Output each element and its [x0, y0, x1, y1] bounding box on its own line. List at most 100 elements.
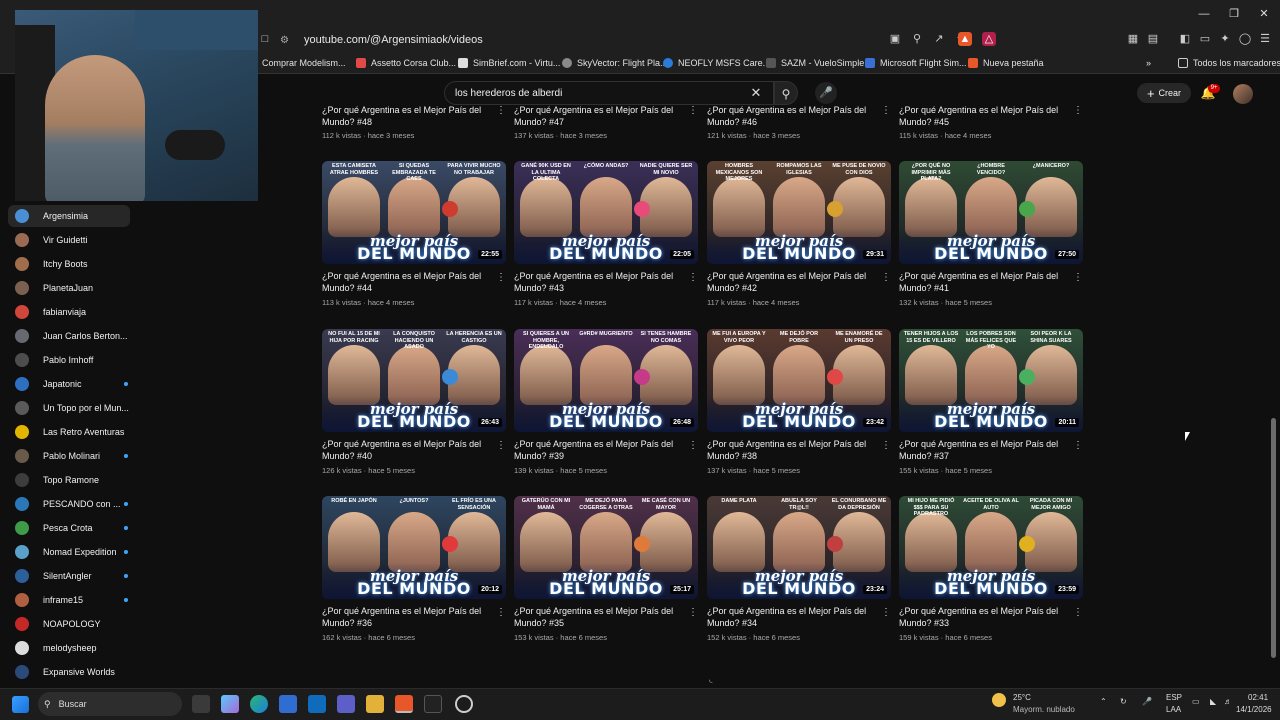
search-input[interactable]: los herederos de alberdi: [444, 81, 774, 105]
video-thumbnail[interactable]: DAME PLATA ABUELA SOY TR@L!! EL CONURBANO …: [707, 496, 891, 599]
video-title[interactable]: ¿Por qué Argentina es el Mejor País del …: [899, 104, 1069, 128]
wallet-icon[interactable]: ▭: [1198, 32, 1212, 46]
sidebar-channel-item[interactable]: Japatonic: [8, 373, 130, 395]
sidebar-channel-item[interactable]: Topo Ramone: [8, 469, 130, 491]
edge-icon[interactable]: [250, 695, 268, 713]
video-thumbnail[interactable]: TENER HIJOS A LOS 15 ES DE VILLERO LOS PO…: [899, 329, 1083, 432]
sidebar-channel-item[interactable]: Pesca Crota: [8, 517, 130, 539]
video-options-icon[interactable]: ⋮: [1073, 271, 1083, 285]
video-options-icon[interactable]: ⋮: [688, 606, 698, 620]
bookmark-item[interactable]: Nueva pestaña: [968, 56, 1044, 70]
maximize-icon[interactable]: ❐: [1226, 6, 1242, 22]
sidebar-channel-item[interactable]: Vir Guidetti: [8, 229, 130, 251]
video-options-icon[interactable]: ⋮: [496, 606, 506, 620]
video-title[interactable]: ¿Por qué Argentina es el Mejor País del …: [707, 438, 877, 462]
brave-taskbar-icon[interactable]: [395, 695, 413, 713]
language-indicator[interactable]: ESP: [1166, 693, 1182, 702]
sidebar-channel-item[interactable]: Argensimia: [8, 205, 130, 227]
video-thumbnail[interactable]: ME FUI A EUROPA Y VIVO PEOR ME DEJÓ POR P…: [707, 329, 891, 432]
video-thumbnail[interactable]: ROBÉ EN JAPÓN ¿JUNTOS? EL FRÍO ES UNA SENS…: [322, 496, 506, 599]
bookmark-item[interactable]: SAZM - VueloSimple: [766, 56, 864, 70]
video-thumbnail[interactable]: SI QUIERES A UN HOMBRE, ENDEUDALO G#RD# M…: [514, 329, 698, 432]
brave-shield-icon[interactable]: ▲: [958, 32, 972, 46]
video-title[interactable]: ¿Por qué Argentina es el Mejor País del …: [322, 438, 492, 462]
weather-temp[interactable]: 25°C: [1013, 693, 1031, 702]
teams-icon[interactable]: [337, 695, 355, 713]
sidebar-channel-item[interactable]: SilentAngler: [8, 565, 130, 587]
create-button[interactable]: + Crear: [1137, 83, 1191, 103]
video-title[interactable]: ¿Por qué Argentina es el Mejor País del …: [514, 605, 684, 629]
video-thumbnail[interactable]: ¿POR QUÉ NO IMPRIMIR MÁS PLATA? ¿HOMBRE V…: [899, 161, 1083, 264]
weather-desc[interactable]: Mayorm. nublado: [1013, 705, 1075, 714]
leo-ai-icon[interactable]: ✦: [1218, 32, 1232, 46]
rewards-icon[interactable]: △: [982, 32, 996, 46]
vpn-icon[interactable]: ◯: [1238, 32, 1252, 46]
sidebar-channel-item[interactable]: Un Topo por el Mun...: [8, 397, 130, 419]
bookmark-icon[interactable]: □: [258, 32, 272, 46]
video-thumbnail[interactable]: NO FUI AL 15 DE MI HIJA POR RACING LA CON…: [322, 329, 506, 432]
video-title[interactable]: ¿Por qué Argentina es el Mejor País del …: [322, 104, 492, 128]
video-thumbnail[interactable]: GATERÚO CON MI MAMÁ ME DEJÓ PARA COGERSE …: [514, 496, 698, 599]
site-info-icon[interactable]: ⚙: [280, 35, 294, 46]
extensions-icon[interactable]: ▦: [1126, 32, 1140, 46]
bookmark-item[interactable]: Assetto Corsa Club...: [356, 56, 456, 70]
video-options-icon[interactable]: ⋮: [1073, 606, 1083, 620]
task-view-icon[interactable]: [192, 695, 210, 713]
clear-search-icon[interactable]: ✕: [748, 85, 764, 101]
bookmark-item[interactable]: NEOFLY MSFS Care...: [663, 56, 770, 70]
video-thumbnail[interactable]: MI HIJO ME PIDIÓ $$$ PARA SU PADRASTRO AC…: [899, 496, 1083, 599]
sidebar-channel-item[interactable]: Pablo Molinari: [8, 445, 130, 467]
obs-icon[interactable]: [455, 695, 473, 713]
video-options-icon[interactable]: ⋮: [881, 439, 891, 453]
cast-icon[interactable]: ▣: [888, 32, 902, 46]
bookmark-item[interactable]: Microsoft Flight Sim...: [865, 56, 967, 70]
tray-chevron-icon[interactable]: ⌃: [1100, 697, 1107, 706]
clock-date[interactable]: 14/1/2026: [1236, 705, 1272, 714]
video-title[interactable]: ¿Por qué Argentina es el Mejor País del …: [514, 104, 684, 128]
monitor-icon[interactable]: ▭: [1192, 697, 1200, 706]
close-icon[interactable]: ✕: [1256, 6, 1272, 22]
sidebar-channel-item[interactable]: Juan Carlos Berton...: [8, 325, 130, 347]
terminal-icon[interactable]: [424, 695, 442, 713]
sidebar-channel-item[interactable]: Pablo Imhoff: [8, 349, 130, 371]
bookmark-item[interactable]: Comprar Modelism...: [262, 56, 346, 70]
store-icon[interactable]: [279, 695, 297, 713]
more-bookmarks-icon[interactable]: »: [1146, 56, 1151, 70]
sidebar-channel-item[interactable]: inframe15: [8, 589, 130, 611]
video-thumbnail[interactable]: HOMBRES MEXICANOS SON MEJORES ROMPAMOS LA…: [707, 161, 891, 264]
video-thumbnail[interactable]: GANÉ 90K USD EN LA ULTIMA COLECTA ¿CÓMO A…: [514, 161, 698, 264]
sidebar-channel-item[interactable]: NOAPOLOGY: [8, 613, 130, 635]
video-options-icon[interactable]: ⋮: [688, 104, 698, 118]
video-title[interactable]: ¿Por qué Argentina es el Mejor País del …: [322, 605, 492, 629]
weather-icon[interactable]: [992, 693, 1006, 707]
video-title[interactable]: ¿Por qué Argentina es el Mejor País del …: [322, 270, 492, 294]
minimize-icon[interactable]: —: [1196, 6, 1212, 22]
network-status-icon[interactable]: ↻: [1120, 697, 1127, 706]
video-options-icon[interactable]: ⋮: [1073, 439, 1083, 453]
video-options-icon[interactable]: ⋮: [688, 271, 698, 285]
wifi-icon[interactable]: ◣: [1210, 697, 1216, 706]
share-icon[interactable]: ↗: [932, 32, 946, 46]
video-options-icon[interactable]: ⋮: [688, 439, 698, 453]
mic-tray-icon[interactable]: 🎤: [1142, 697, 1152, 706]
sidebar-channel-item[interactable]: PlanetaJuan: [8, 277, 130, 299]
sidebar-channel-item[interactable]: melodysheep: [8, 637, 130, 659]
account-avatar[interactable]: [1233, 84, 1253, 104]
reader-icon[interactable]: ▤: [1146, 32, 1160, 46]
video-options-icon[interactable]: ⋮: [496, 439, 506, 453]
menu-icon[interactable]: ☰: [1258, 32, 1272, 46]
video-title[interactable]: ¿Por qué Argentina es el Mejor País del …: [514, 438, 684, 462]
video-title[interactable]: ¿Por qué Argentina es el Mejor País del …: [899, 438, 1069, 462]
zoom-icon[interactable]: ⚲: [910, 32, 924, 46]
voice-search-button[interactable]: 🎤: [815, 82, 837, 104]
video-thumbnail[interactable]: ESTA CAMISETA ATRAE HOMBRES SI QUEDAS EMB…: [322, 161, 506, 264]
keyboard-layout[interactable]: LAA: [1166, 705, 1181, 714]
video-options-icon[interactable]: ⋮: [1073, 104, 1083, 118]
sidebar-channel-item[interactable]: Expansive Worlds: [8, 661, 130, 683]
video-title[interactable]: ¿Por qué Argentina es el Mejor País del …: [707, 270, 877, 294]
video-title[interactable]: ¿Por qué Argentina es el Mejor País del …: [707, 104, 877, 128]
video-title[interactable]: ¿Por qué Argentina es el Mejor País del …: [899, 270, 1069, 294]
bookmark-item[interactable]: SkyVector: Flight Pla...: [562, 56, 668, 70]
volume-icon[interactable]: ♬: [1224, 697, 1232, 706]
video-options-icon[interactable]: ⋮: [881, 104, 891, 118]
